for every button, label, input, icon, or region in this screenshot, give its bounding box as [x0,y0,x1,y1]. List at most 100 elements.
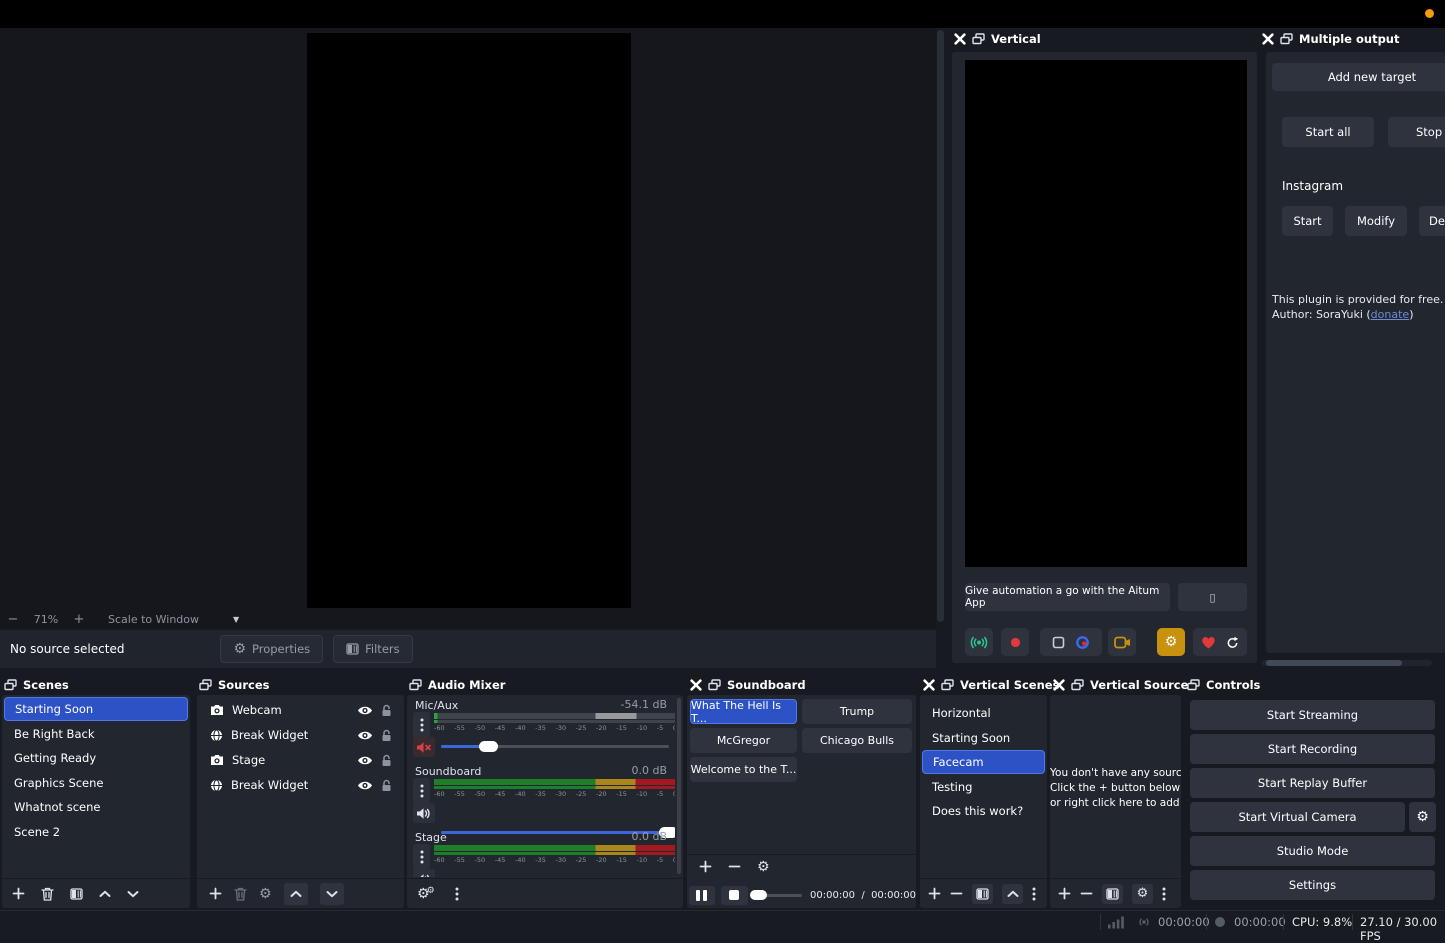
vertical-scene-item[interactable]: Starting Soon [922,726,1045,750]
remove-scene-button[interactable] [950,887,963,900]
start-replay-buffer-button[interactable]: Start Replay Buffer [1190,768,1435,798]
popout-icon[interactable] [4,679,17,691]
vertical-scene-item[interactable]: Facecam [922,750,1045,774]
scene-item[interactable]: Scene 2 [4,820,188,844]
add-source-button[interactable] [209,887,222,900]
dock-menu-button[interactable] [1032,887,1036,901]
target-modify-button[interactable]: Modify [1345,206,1407,236]
vertical-backtrack-button[interactable] [1040,628,1102,656]
start-streaming-button[interactable]: Start Streaming [1190,700,1435,730]
vertical-scene-item[interactable]: Does this work? [922,799,1045,823]
donate-link[interactable]: donate [1371,308,1410,321]
vertical-settings-button[interactable]: ⚙ [1157,628,1185,656]
zoom-in-button[interactable]: + [66,612,92,627]
advanced-audio-button[interactable]: ⚙⚙ [417,886,435,901]
channel-menu-button[interactable] [413,712,430,738]
visibility-eye-icon[interactable] [357,755,373,766]
hscrollbar-thumb[interactable] [1266,660,1402,666]
vertical-stream-button[interactable] [965,628,993,656]
vertical-record-button[interactable] [1001,628,1029,656]
remove-sound-button[interactable] [728,860,741,873]
settings-button[interactable]: Settings [1190,870,1435,900]
move-source-up-button[interactable] [284,883,308,905]
aitum-extra-button[interactable]: ▯ [1178,583,1247,611]
mute-button[interactable] [413,737,435,757]
stop-all-button[interactable]: Stop a [1388,117,1445,147]
scene-item[interactable]: Be Right Back [4,722,188,746]
lock-icon[interactable] [381,704,392,717]
vertical-scene-item[interactable]: Testing [922,775,1045,799]
soundboard-settings-button[interactable]: ⚙ [757,860,770,874]
dock-menu-button[interactable] [1162,887,1166,901]
popout-icon[interactable] [708,679,721,691]
mute-button[interactable] [413,869,435,877]
close-icon[interactable] [690,679,702,691]
scene-item[interactable]: Graphics Scene [4,771,188,795]
source-row[interactable]: Stage [197,748,404,772]
add-scene-button[interactable] [12,887,25,900]
chevron-down-icon[interactable]: ▼ [233,615,239,624]
move-scene-up-button[interactable] [99,890,111,898]
preview-vertical-scrollbar[interactable] [937,30,944,622]
source-properties-button[interactable]: ⚙ [1132,884,1153,904]
vertical-camera-button[interactable] [1108,628,1136,656]
close-icon[interactable] [923,679,935,691]
scene-filters-button[interactable] [972,884,993,904]
vertical-support-button[interactable] [1193,628,1247,656]
popout-icon[interactable] [409,679,422,691]
zoom-out-button[interactable]: − [0,612,26,627]
add-source-button[interactable] [1058,887,1071,900]
studio-mode-button[interactable]: Studio Mode [1190,836,1435,866]
lock-icon[interactable] [381,779,392,792]
target-delete-button[interactable]: De [1419,206,1445,236]
popout-icon[interactable] [1280,33,1293,45]
remove-scene-button[interactable] [41,887,54,901]
mute-button[interactable] [413,803,435,823]
close-icon[interactable] [1053,679,1065,691]
target-start-button[interactable]: Start [1282,206,1333,236]
lock-icon[interactable] [381,729,392,742]
add-scene-button[interactable] [928,887,941,900]
start-virtual-camera-button[interactable]: Start Virtual Camera [1190,802,1405,832]
aitum-promo-button[interactable]: Give automation a go with the Aitum App [965,583,1170,611]
soundboard-volume-slider[interactable] [755,885,802,905]
popout-icon[interactable] [941,679,954,691]
scene-filters-button[interactable] [70,888,83,900]
add-sound-button[interactable] [699,860,712,873]
source-properties-button[interactable]: ⚙ [259,887,272,901]
start-recording-button[interactable]: Start Recording [1190,734,1435,764]
move-scene-up-button[interactable] [1002,884,1023,904]
volume-slider[interactable] [441,736,669,756]
close-icon[interactable] [954,33,966,45]
scene-item[interactable]: Starting Soon [4,697,188,721]
remove-source-button[interactable] [234,887,247,901]
soundboard-sound-button[interactable]: Chicago Bulls [802,728,912,753]
pause-button[interactable] [689,886,715,905]
source-row[interactable]: Break Widget [197,723,404,747]
add-new-target-button[interactable]: Add new target [1272,63,1445,91]
channel-menu-button[interactable] [413,778,430,804]
visibility-eye-icon[interactable] [357,730,373,741]
scene-item[interactable]: Getting Ready [4,746,188,770]
vertical-scene-item[interactable]: Horizontal [922,701,1045,725]
popout-icon[interactable] [1071,679,1084,691]
popout-icon[interactable] [972,33,985,45]
lock-icon[interactable] [381,754,392,767]
scene-item[interactable]: Whatnot scene [4,795,188,819]
virtual-camera-config-button[interactable]: ⚙ [1409,802,1436,832]
visibility-eye-icon[interactable] [357,705,373,716]
stop-button[interactable] [721,886,748,905]
source-row[interactable]: Break Widget [197,773,404,797]
soundboard-sound-button[interactable]: Trump [802,699,912,724]
popout-icon[interactable] [1187,679,1200,691]
scale-mode-select[interactable]: Scale to Window [108,613,199,626]
close-icon[interactable] [1262,33,1274,45]
soundboard-sound-button[interactable]: McGregor [690,728,797,753]
channel-menu-button[interactable] [413,844,430,870]
source-row[interactable]: Webcam [197,698,404,722]
remove-source-button[interactable] [1080,887,1093,900]
visibility-eye-icon[interactable] [357,780,373,791]
slider-handle[interactable] [750,890,767,900]
slider-handle[interactable] [479,741,498,752]
properties-button[interactable]: ⚙ Properties [220,635,323,663]
